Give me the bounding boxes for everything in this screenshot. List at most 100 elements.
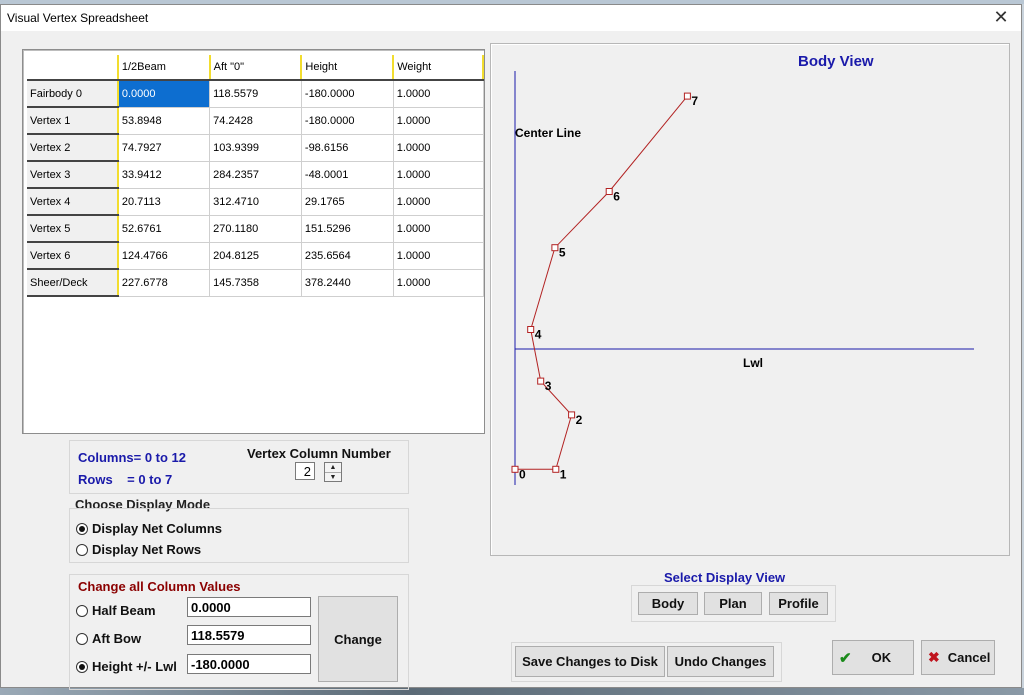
grid-cell[interactable]: 33.9412 (117, 161, 211, 189)
radio-height-lwl[interactable]: Height +/- Lwl (76, 659, 177, 674)
cancel-label: Cancel (947, 650, 991, 665)
body-view-canvas: Body View Center Line Lwl 0 1 2 3 4 5 6 7 (511, 53, 974, 485)
grid-cell[interactable]: 124.4766 (117, 242, 211, 270)
table-row: Vertex 4 20.7113 312.4710 29.1765 1.0000 (27, 188, 484, 216)
grid-cell[interactable]: -48.0001 (301, 161, 394, 189)
radio-label: Aft Bow (92, 631, 142, 646)
half-beam-input[interactable] (187, 597, 311, 617)
grid-cell[interactable]: 270.1180 (209, 215, 302, 243)
ok-button[interactable]: ✔ OK (832, 640, 914, 675)
grid-cell[interactable]: 52.6761 (117, 215, 211, 243)
height-lwl-input[interactable] (187, 654, 311, 674)
profile-view-button[interactable]: Profile (769, 592, 828, 615)
column-header-height[interactable]: Height (301, 55, 395, 81)
grid-cell[interactable]: 235.6564 (301, 242, 394, 270)
row-header[interactable]: Vertex 6 (27, 242, 119, 270)
grid-cell[interactable]: 1.0000 (393, 242, 484, 270)
save-changes-button[interactable]: Save Changes to Disk (515, 646, 665, 677)
grid-cell[interactable]: -98.6156 (301, 134, 394, 162)
grid-cell[interactable]: 103.9399 (209, 134, 302, 162)
grid-cell[interactable]: 29.1765 (301, 188, 394, 216)
grid-cell[interactable]: 145.7358 (209, 269, 302, 297)
radio-half-beam[interactable]: Half Beam (76, 603, 156, 618)
vertex-label: 2 (576, 413, 583, 427)
spin-down-icon[interactable]: ▼ (325, 472, 341, 482)
row-header[interactable]: Vertex 3 (27, 161, 119, 189)
body-view-button[interactable]: Body (638, 592, 698, 615)
table-row: Vertex 5 52.6761 270.1180 151.5296 1.0000 (27, 215, 484, 243)
grid-cell[interactable]: 1.0000 (393, 80, 484, 108)
table-row: Fairbody 0 0.0000 118.5579 -180.0000 1.0000 (27, 80, 484, 108)
row-header[interactable]: Sheer/Deck (27, 269, 119, 297)
plan-view-button[interactable]: Plan (704, 592, 762, 615)
grid-cell[interactable]: 53.8948 (117, 107, 211, 135)
vertex-marker[interactable] (551, 244, 559, 252)
undo-changes-button[interactable]: Undo Changes (667, 646, 774, 677)
grid-cell[interactable]: -180.0000 (301, 80, 394, 108)
radio-icon[interactable] (76, 660, 88, 673)
spin-up-icon[interactable]: ▲ (325, 463, 341, 472)
vertex-marker[interactable] (568, 411, 576, 419)
cancel-button[interactable]: ✖ Cancel (921, 640, 995, 675)
radio-aft-bow[interactable]: Aft Bow (76, 631, 141, 646)
grid-cell[interactable]: 74.7927 (117, 134, 211, 162)
vertex-label: 5 (559, 246, 566, 260)
grid-cell[interactable]: 0.0000 (117, 80, 211, 108)
grid-cell[interactable]: 227.6778 (117, 269, 211, 297)
grid-cell[interactable]: 20.7113 (117, 188, 211, 216)
column-header-aft[interactable]: Aft "0" (209, 55, 303, 81)
vertex-column-label: Vertex Column Number (247, 446, 391, 461)
rows-range-text: Rows = 0 to 7 (78, 472, 173, 487)
vertex-marks: 0 1 2 3 4 5 6 7 (511, 92, 698, 481)
vertex-marker[interactable] (527, 326, 535, 333)
vertex-label: 6 (613, 190, 620, 204)
vertex-marker[interactable] (683, 92, 691, 100)
radio-icon[interactable] (76, 543, 88, 556)
grid-cell[interactable]: 151.5296 (301, 215, 394, 243)
grid-cell[interactable]: 1.0000 (393, 269, 484, 297)
vertex-column-input[interactable] (295, 462, 315, 480)
row-header[interactable]: Vertex 5 (27, 215, 119, 243)
vertex-label: 3 (545, 379, 552, 393)
radio-icon[interactable] (76, 632, 88, 645)
hull-section-line (515, 95, 688, 470)
grid-header-row: 1/2Beam Aft "0" Height Weight (27, 55, 484, 81)
vertex-marker[interactable] (511, 465, 519, 473)
table-row: Sheer/Deck 227.6778 145.7358 378.2440 1.0000 (27, 269, 484, 297)
radio-net-rows[interactable]: Display Net Rows (76, 542, 201, 557)
grid-cell[interactable]: 1.0000 (393, 107, 484, 135)
column-header-half-beam[interactable]: 1/2Beam (117, 55, 211, 81)
radio-icon[interactable] (76, 522, 88, 535)
grid-cell[interactable]: 312.4710 (209, 188, 302, 216)
grid-cell[interactable]: 1.0000 (393, 134, 484, 162)
grid-cell[interactable]: -180.0000 (301, 107, 394, 135)
vertex-marker[interactable] (537, 377, 545, 385)
close-icon[interactable]: ✕ (989, 7, 1013, 28)
row-header[interactable]: Vertex 2 (27, 134, 119, 162)
grid-cell[interactable]: 1.0000 (393, 161, 484, 189)
change-values-box: Change all Column Values Half Beam Aft B… (69, 574, 409, 690)
grid-cell[interactable]: 378.2440 (301, 269, 394, 297)
grid-cell[interactable]: 118.5579 (209, 80, 302, 108)
grid-cell[interactable]: 284.2357 (209, 161, 302, 189)
columns-range-text: Columns= 0 to 12 (78, 450, 186, 465)
vertex-marker[interactable] (552, 465, 560, 473)
dialog-window: Visual Vertex Spreadsheet ✕ 1/2Beam Aft … (0, 4, 1022, 690)
vertex-column-spinner[interactable]: ▲ ▼ (324, 462, 342, 482)
vertex-label: 4 (535, 328, 542, 342)
grid-cell[interactable]: 74.2428 (209, 107, 302, 135)
radio-icon[interactable] (76, 604, 88, 617)
row-header[interactable]: Vertex 4 (27, 188, 119, 216)
row-header[interactable]: Vertex 1 (27, 107, 119, 135)
radio-net-columns[interactable]: Display Net Columns (76, 521, 222, 536)
title-bar: Visual Vertex Spreadsheet ✕ (1, 5, 1021, 31)
vertex-marker[interactable] (605, 188, 613, 195)
grid-cell[interactable]: 204.8125 (209, 242, 302, 270)
grid-cell[interactable]: 1.0000 (393, 188, 484, 216)
aft-bow-input[interactable] (187, 625, 311, 645)
row-header[interactable]: Fairbody 0 (27, 80, 119, 108)
grid-cell[interactable]: 1.0000 (393, 215, 484, 243)
column-header-weight[interactable]: Weight (393, 55, 484, 81)
ok-label: OK (871, 650, 892, 665)
change-button[interactable]: Change (318, 596, 398, 682)
